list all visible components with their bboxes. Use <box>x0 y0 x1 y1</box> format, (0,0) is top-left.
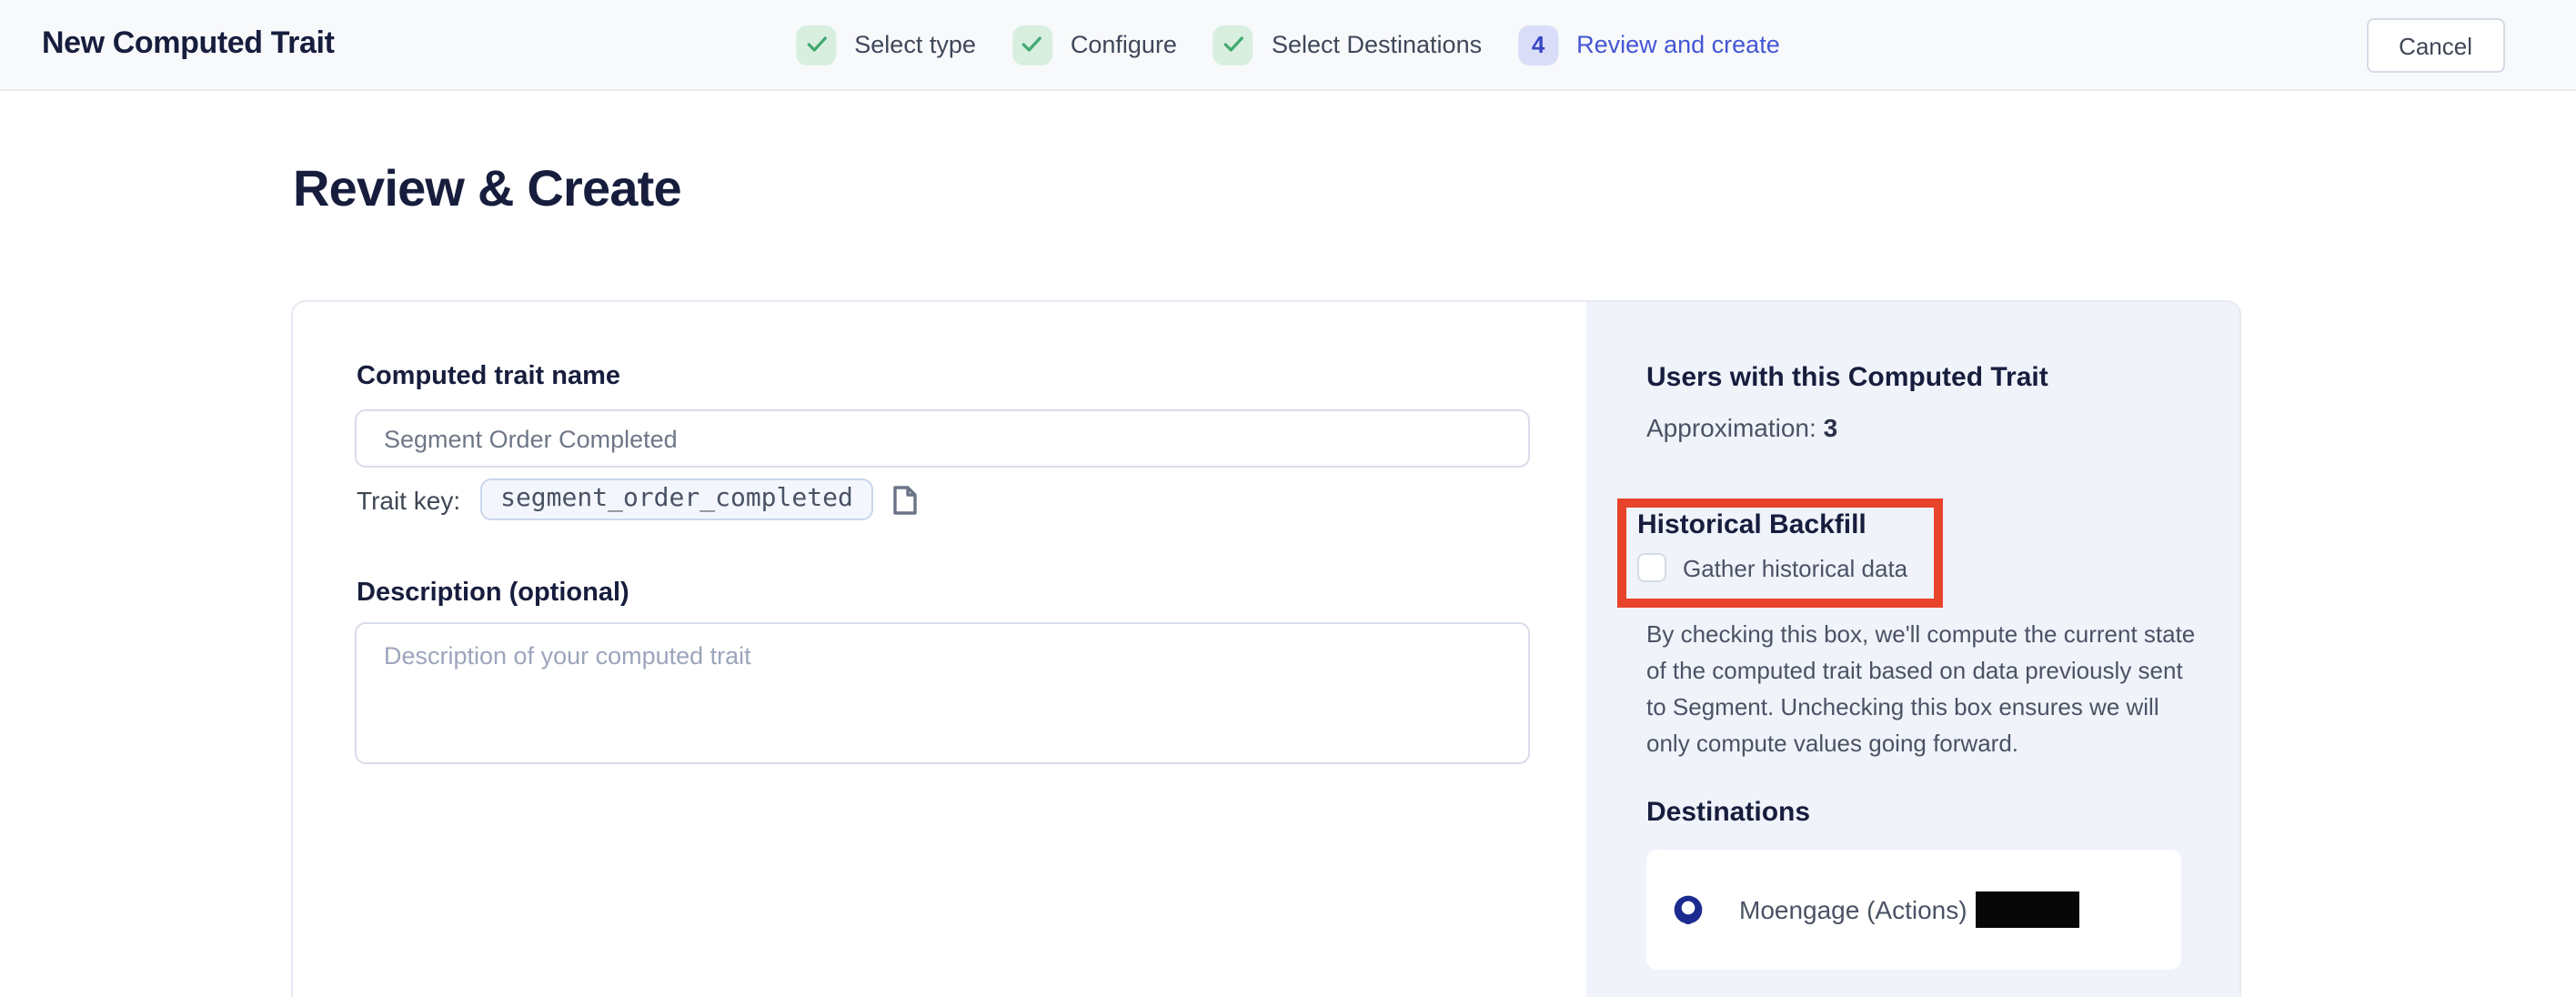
historical-backfill-highlight: Historical Backfill Gather historical da… <box>1617 498 1943 608</box>
review-content-card: Computed trait name Trait key: segment_o… <box>291 300 2241 997</box>
wizard-stepper: Select type Configure Select Destination… <box>796 0 1779 89</box>
step-number-badge: 4 <box>1518 25 1558 65</box>
page-title: Review & Create <box>293 160 681 218</box>
step-review-and-create[interactable]: 4 Review and create <box>1518 25 1780 65</box>
step-label: Select Destinations <box>1272 31 1482 58</box>
backfill-description: By checking this box, we'll compute the … <box>1646 617 2198 762</box>
top-bar: New Computed Trait Select type Configure… <box>0 0 2576 91</box>
step-label: Review and create <box>1576 31 1780 58</box>
cancel-button[interactable]: Cancel <box>2366 18 2505 73</box>
trait-key-value-chip: segment_order_completed <box>480 478 873 520</box>
destination-list-item[interactable]: Moengage (Actions) <box>1646 850 2181 970</box>
gather-historical-data-row: Gather historical data <box>1637 553 1934 582</box>
approximation-label: Approximation: <box>1646 413 1816 442</box>
trait-key-label: Trait key: <box>357 485 460 514</box>
step-label: Select type <box>854 31 976 58</box>
historical-backfill-heading: Historical Backfill <box>1637 509 1934 540</box>
step-configure[interactable]: Configure <box>1012 25 1177 65</box>
users-with-trait-heading: Users with this Computed Trait <box>1646 362 2048 393</box>
gather-historical-data-label: Gather historical data <box>1683 554 1907 581</box>
step-select-destinations[interactable]: Select Destinations <box>1213 25 1482 65</box>
step-done-check-icon <box>1213 25 1253 65</box>
copy-icon[interactable] <box>893 485 917 514</box>
trait-form-section: Computed trait name Trait key: segment_o… <box>293 302 1586 997</box>
moengage-logo-icon <box>1674 895 1703 924</box>
step-select-type[interactable]: Select type <box>796 25 976 65</box>
redaction-block <box>1977 891 2080 928</box>
window-title: New Computed Trait <box>42 25 335 62</box>
summary-side-panel: Users with this Computed Trait Approxima… <box>1586 302 2239 997</box>
description-textarea[interactable] <box>355 622 1530 764</box>
step-label: Configure <box>1071 31 1177 58</box>
trait-key-row: Trait key: segment_order_completed <box>357 478 917 520</box>
step-done-check-icon <box>1012 25 1052 65</box>
new-computed-trait-page: New Computed Trait Select type Configure… <box>0 0 2576 997</box>
gather-historical-data-checkbox[interactable] <box>1637 553 1666 582</box>
computed-trait-name-label: Computed trait name <box>357 362 620 391</box>
destinations-heading: Destinations <box>1646 797 1810 828</box>
destination-name: Moengage (Actions) <box>1739 895 1967 924</box>
computed-trait-name-input[interactable] <box>355 409 1530 468</box>
description-label: Description (optional) <box>357 579 629 608</box>
approximation-text: Approximation: 3 <box>1646 413 1837 442</box>
step-done-check-icon <box>796 25 836 65</box>
approximation-value: 3 <box>1824 413 1838 442</box>
